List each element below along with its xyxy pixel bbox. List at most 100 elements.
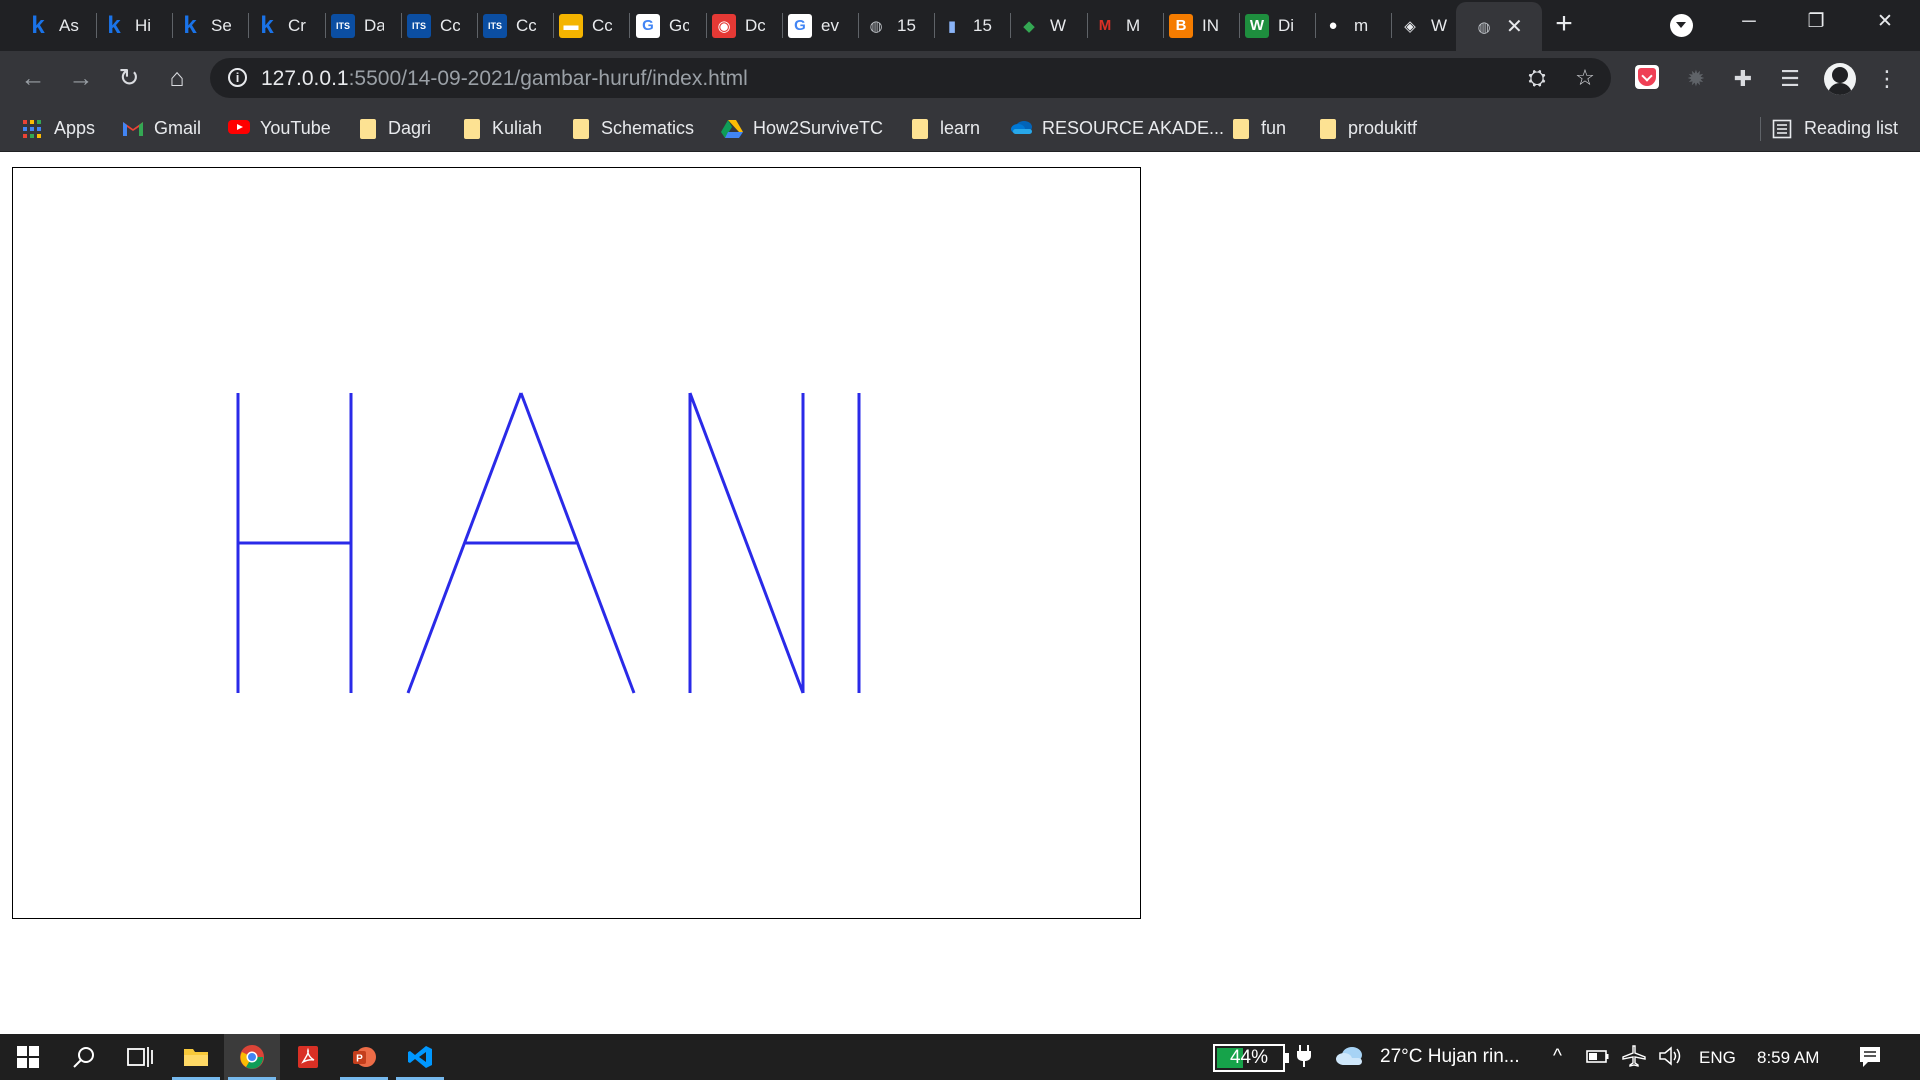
- home-button[interactable]: ⌂: [160, 62, 194, 96]
- address-bar[interactable]: i 127.0.0.1:5500/14-09-2021/gambar-huruf…: [210, 58, 1611, 98]
- menu-kebab-icon[interactable]: ⋮: [1872, 64, 1902, 94]
- tab-18[interactable]: ● m: [1321, 8, 1387, 43]
- bookmark-how2survivetc[interactable]: How2SurviveTC: [721, 115, 883, 142]
- tab-16[interactable]: B IN: [1169, 8, 1235, 43]
- tray-overflow-chevron-icon[interactable]: ^: [1553, 1046, 1562, 1068]
- drawing-canvas[interactable]: [12, 167, 1141, 919]
- tab-title: IN: [1202, 15, 1219, 35]
- file-explorer-icon[interactable]: [168, 1034, 224, 1080]
- url-text[interactable]: 127.0.0.1:5500/14-09-2021/gambar-huruf/i…: [261, 67, 748, 91]
- tab-search-icon[interactable]: [1670, 14, 1693, 37]
- tab-favicon-icon: ITS: [483, 13, 507, 38]
- tab-2[interactable]: k Hi: [102, 8, 168, 43]
- tab-favicon-icon: k: [260, 11, 274, 39]
- bookmark-learn[interactable]: learn: [912, 115, 980, 142]
- tab-8[interactable]: ▬ Cc: [559, 8, 625, 43]
- folder-icon: [573, 118, 589, 139]
- tab-9[interactable]: G Gc: [636, 8, 702, 43]
- input-language-indicator[interactable]: ENG: [1699, 1048, 1736, 1068]
- tab-separator: [248, 13, 249, 38]
- bookmark-star-icon[interactable]: ☆: [1572, 65, 1598, 91]
- weather-text[interactable]: 27°C Hujan rin...: [1380, 1046, 1520, 1068]
- tab-6[interactable]: ITS Cc: [407, 8, 473, 43]
- reading-list-button[interactable]: Reading list: [1772, 115, 1898, 142]
- forward-button[interactable]: →: [64, 62, 98, 96]
- reading-list-icon: [1772, 119, 1792, 139]
- bookmark-kuliah[interactable]: Kuliah: [464, 115, 542, 142]
- back-button[interactable]: ←: [16, 62, 50, 96]
- close-window-button[interactable]: ✕: [1855, 8, 1915, 38]
- tab-7[interactable]: ITS Cc: [483, 8, 549, 43]
- tab-favicon-icon: M: [1098, 17, 1112, 34]
- airplane-mode-icon[interactable]: [1622, 1045, 1646, 1073]
- tab-13[interactable]: ▮ 15: [940, 8, 1006, 43]
- bookmark-produkitf[interactable]: produkitf: [1320, 115, 1417, 142]
- tab-1[interactable]: k As: [26, 8, 92, 43]
- url-path: :5500/14-09-2021/gambar-huruf/index.html: [348, 67, 748, 90]
- bookmark-fun[interactable]: fun: [1233, 115, 1286, 142]
- tab-separator: [553, 13, 554, 38]
- powerpoint-icon[interactable]: P: [336, 1034, 392, 1080]
- extension-gear-icon[interactable]: ✹: [1681, 64, 1711, 94]
- system-clock[interactable]: 8:59 AM: [1757, 1048, 1819, 1068]
- tab-5[interactable]: ITS Da: [331, 8, 397, 43]
- close-tab-icon[interactable]: ✕: [1506, 17, 1523, 37]
- battery-indicator[interactable]: 44%: [1213, 1044, 1289, 1072]
- tab-favicon-icon: k: [31, 11, 45, 39]
- power-plug-icon[interactable]: [1296, 1044, 1312, 1074]
- tab-separator: [401, 13, 402, 38]
- vscode-icon[interactable]: [392, 1034, 448, 1080]
- tab-10[interactable]: ◉ Dc: [712, 8, 778, 43]
- bookmark-youtube[interactable]: YouTube: [228, 115, 331, 142]
- tab-active[interactable]: ◍ ✕: [1456, 2, 1542, 51]
- reading-list-label: Reading list: [1804, 118, 1899, 138]
- tab-19[interactable]: ◈ W: [1398, 8, 1464, 43]
- chrome-icon[interactable]: [224, 1034, 280, 1080]
- tab-3[interactable]: k Se: [178, 8, 244, 43]
- reload-button[interactable]: ↻: [112, 62, 146, 96]
- letter-n-3: [688, 392, 805, 694]
- tab-4[interactable]: k Cr: [255, 8, 321, 43]
- tab-title: Cr: [288, 15, 306, 35]
- tab-11[interactable]: Gev: [788, 8, 854, 43]
- minimize-button[interactable]: ─: [1719, 8, 1779, 38]
- folder-icon: [360, 118, 376, 139]
- action-center-notification-icon[interactable]: [1858, 1045, 1882, 1075]
- tab-15[interactable]: MM: [1093, 8, 1159, 43]
- bookmark-apps[interactable]: Apps: [22, 115, 95, 142]
- bookmark-schematics[interactable]: Schematics: [573, 115, 694, 142]
- windows-taskbar: P 44% 27°C Hujan rin... ^ ENG 8:59 AM: [0, 1034, 1920, 1080]
- bookmark-dagri[interactable]: Dagri: [360, 115, 431, 142]
- tab-17[interactable]: W Di: [1245, 8, 1311, 43]
- translate-icon[interactable]: ⛭: [1524, 65, 1550, 91]
- tab-title: m: [1354, 15, 1369, 35]
- tab-title: 15: [973, 15, 992, 35]
- tab-favicon-icon: G: [788, 13, 812, 38]
- tab-title: M: [1126, 15, 1141, 35]
- bookmark-gmail[interactable]: Gmail: [122, 115, 201, 142]
- tab-14[interactable]: ◆ W: [1017, 8, 1083, 43]
- search-icon[interactable]: [56, 1034, 112, 1080]
- media-control-icon[interactable]: ☰: [1775, 64, 1805, 94]
- restore-button[interactable]: ❐: [1786, 8, 1846, 38]
- extensions-puzzle-icon[interactable]: ✚: [1728, 64, 1758, 94]
- weather-cloud-icon[interactable]: [1334, 1044, 1366, 1074]
- globe-icon: ◍: [1477, 18, 1491, 36]
- bookmark-resource-akademik[interactable]: RESOURCE AKADE...: [1010, 115, 1224, 142]
- site-info-icon[interactable]: i: [228, 68, 247, 87]
- tab-12[interactable]: ◍ 15: [864, 8, 930, 43]
- volume-icon[interactable]: [1658, 1045, 1684, 1073]
- acrobat-reader-icon[interactable]: [280, 1034, 336, 1080]
- battery-tray-icon[interactable]: [1586, 1047, 1610, 1071]
- task-view-icon[interactable]: [112, 1034, 168, 1080]
- tab-separator: [1315, 13, 1316, 38]
- tab-separator: [1010, 13, 1011, 38]
- profile-avatar[interactable]: [1824, 63, 1856, 95]
- folder-icon: [1320, 118, 1336, 139]
- tab-title: W: [1050, 15, 1067, 35]
- new-tab-button[interactable]: +: [1549, 8, 1579, 43]
- tab-title: W: [1431, 15, 1448, 35]
- tab-title: Se: [211, 15, 231, 35]
- pocket-extension-icon[interactable]: [1635, 65, 1659, 89]
- windows-start-icon[interactable]: [0, 1034, 56, 1080]
